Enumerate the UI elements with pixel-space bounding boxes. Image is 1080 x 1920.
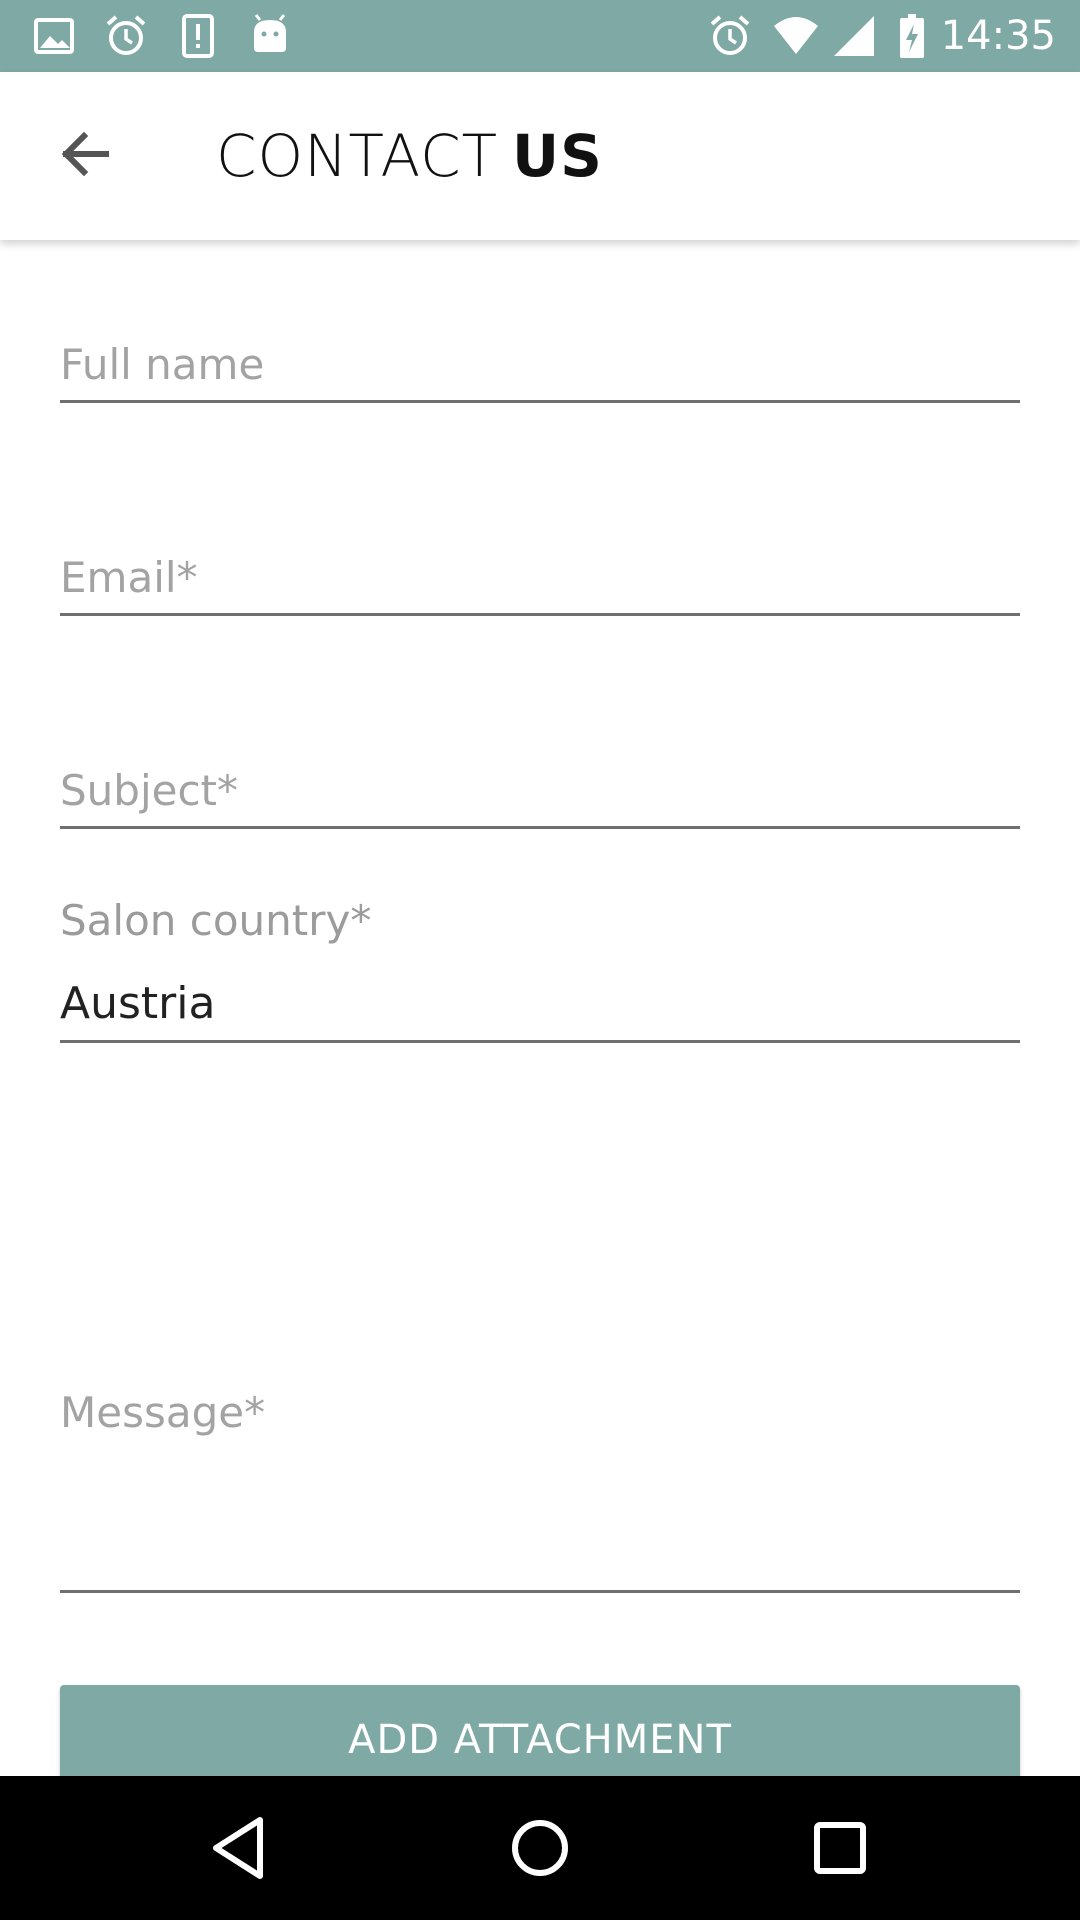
nav-back-button[interactable] <box>200 1808 280 1888</box>
subject-placeholder: Subject* <box>60 766 239 815</box>
recents-square-icon <box>800 1808 880 1888</box>
app-bar: CONTACT US <box>0 72 1080 240</box>
contact-us-screen: 14:35 CONTACT US Full name Email* Subject… <box>0 0 1080 1920</box>
message-placeholder: Message* <box>60 1388 266 1437</box>
email-placeholder: Email* <box>60 553 198 602</box>
alert-icon <box>174 12 222 60</box>
email-field[interactable]: Email* <box>60 543 1020 618</box>
salon-country-field[interactable]: Salon country* Austria <box>60 890 1020 1045</box>
android-icon <box>246 12 294 60</box>
battery-charging-icon <box>888 12 936 60</box>
message-underline <box>60 1590 1020 1593</box>
subject-underline <box>60 826 1020 829</box>
status-bar: 14:35 <box>0 0 1080 72</box>
salon-country-value: Austria <box>60 978 216 1029</box>
home-circle-icon <box>500 1808 580 1888</box>
full-name-placeholder: Full name <box>60 340 265 389</box>
wifi-icon <box>772 12 820 60</box>
email-underline <box>60 613 1020 616</box>
full-name-field[interactable]: Full name <box>60 330 1020 405</box>
page-title-light: CONTACT <box>216 122 499 190</box>
message-field[interactable]: Message* <box>60 1380 1020 1595</box>
image-icon <box>30 12 78 60</box>
salon-country-underline <box>60 1040 1020 1043</box>
nav-recents-button[interactable] <box>800 1808 880 1888</box>
full-name-underline <box>60 400 1020 403</box>
page-title-bold: US <box>512 122 603 190</box>
back-button[interactable] <box>44 112 128 196</box>
signal-icon <box>830 12 878 60</box>
status-time: 14:35 <box>940 13 1056 59</box>
alarm-icon <box>102 12 150 60</box>
alarm-icon <box>706 12 754 60</box>
subject-field[interactable]: Subject* <box>60 756 1020 831</box>
back-triangle-icon <box>200 1808 280 1888</box>
nav-home-button[interactable] <box>500 1808 580 1888</box>
arrow-back-icon <box>44 112 128 196</box>
salon-country-label: Salon country* <box>60 896 372 945</box>
page-title: CONTACT US <box>216 118 603 194</box>
navigation-bar <box>0 1776 1080 1920</box>
